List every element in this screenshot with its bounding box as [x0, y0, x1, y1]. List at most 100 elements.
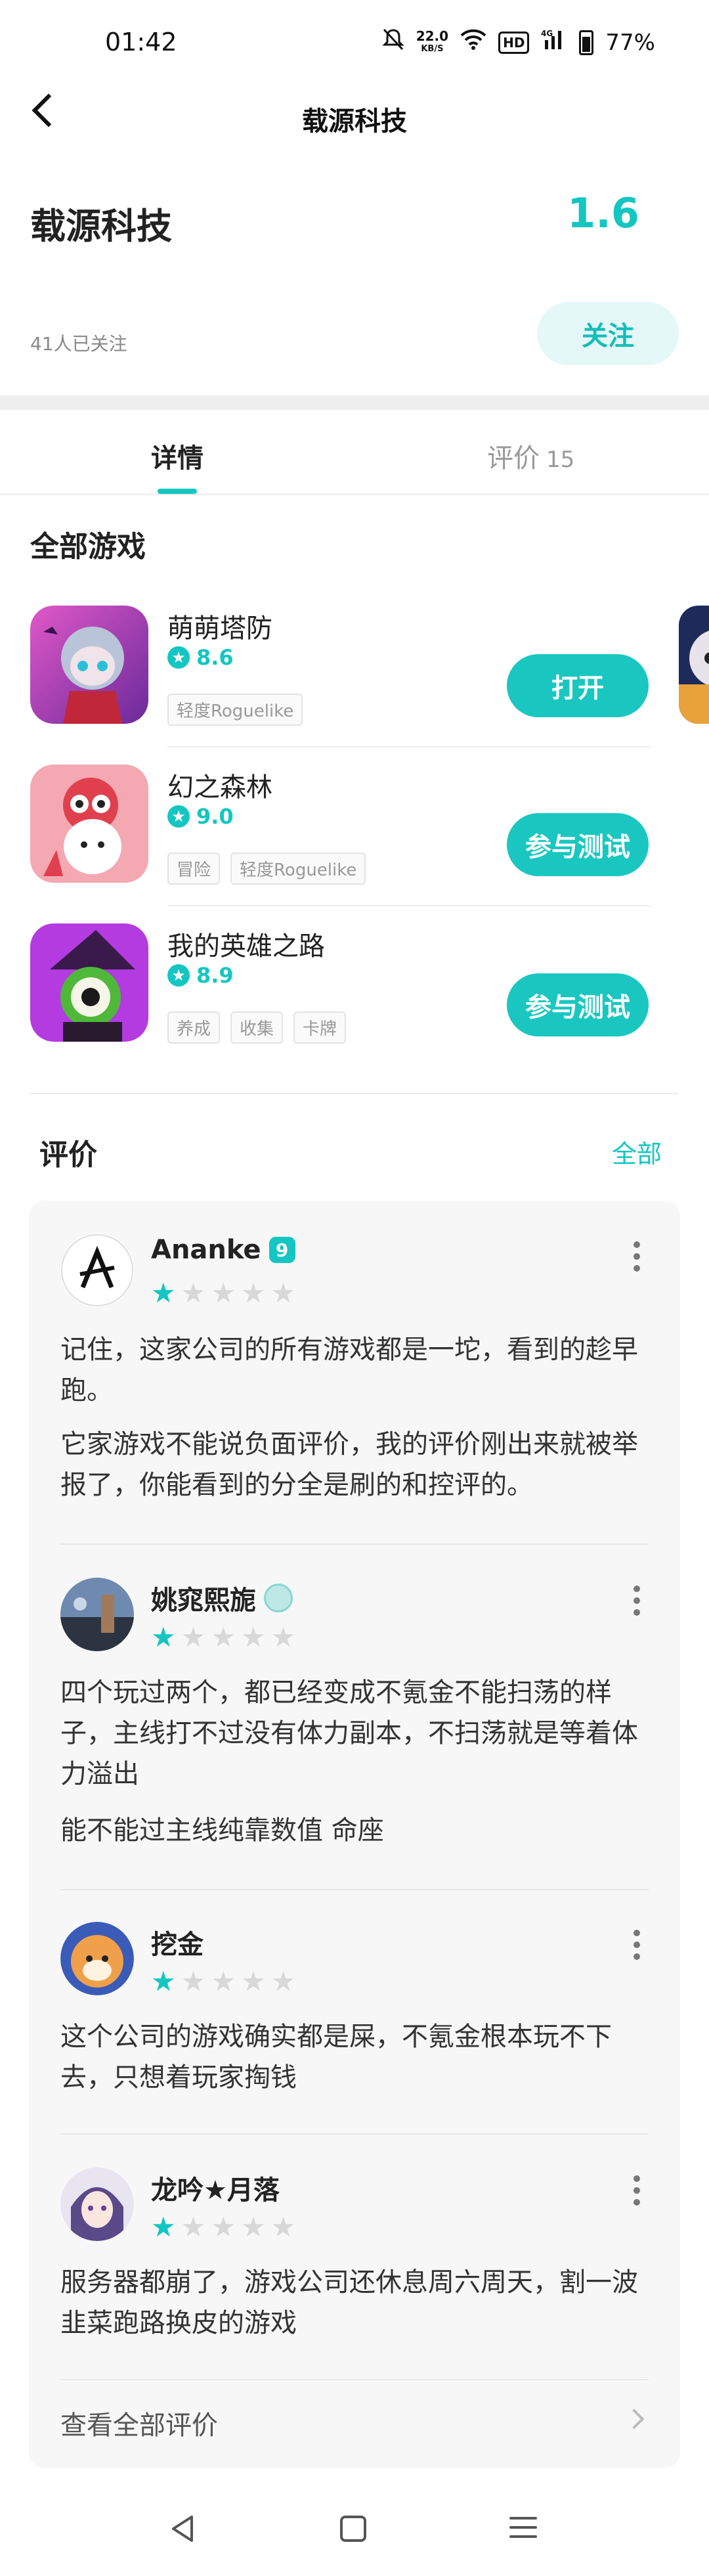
review-stars: ★ ★ ★ ★ ★	[151, 1968, 295, 1995]
section-divider	[30, 1093, 679, 1094]
game-icon-peek[interactable]	[679, 606, 709, 724]
review-user-name[interactable]: 龙吟★月落	[151, 2175, 280, 2206]
game-rating-1: ★ 8.6	[167, 645, 234, 670]
game-name-2[interactable]: 幻之森林	[167, 766, 272, 804]
review-user-row: 龙吟★月落	[151, 2169, 280, 2207]
star-icon: ★	[211, 1965, 236, 1997]
wifi-icon	[460, 29, 486, 56]
star-icon: ★	[181, 1965, 206, 1997]
more-options-icon[interactable]	[633, 1930, 641, 1960]
review-text: 能不能过主线纯靠数值 命座	[60, 1815, 384, 1846]
game-icon-1[interactable]	[30, 606, 148, 724]
avatar[interactable]	[60, 1922, 134, 1995]
company-name: 载源科技	[30, 206, 172, 247]
game-icon-2[interactable]	[30, 765, 148, 883]
more-options-icon[interactable]	[633, 2175, 641, 2206]
level-badge-icon: 9	[269, 1237, 295, 1263]
tab-reviews[interactable]: 评价 15	[487, 437, 574, 475]
game-rating-value-1: 8.6	[196, 645, 234, 670]
review-user-row: 挖金	[151, 1923, 204, 1961]
review-stars: ★ ★ ★ ★ ★	[151, 2213, 295, 2241]
review-user-row: Ananke 9	[151, 1235, 295, 1265]
review-text: 记住，这家公司的所有游戏都是一坨，看到的趁早跑。	[60, 1335, 638, 1406]
game-tags-3: 养成 收集 卡牌	[167, 1011, 347, 1044]
game-tag: 轻度Roguelike	[167, 694, 303, 726]
star-icon: ★	[240, 1965, 266, 1997]
game-rating-3: ★ 8.9	[167, 963, 234, 988]
battery-icon	[579, 30, 594, 55]
follow-button[interactable]: 关注	[537, 302, 679, 365]
game-name-3[interactable]: 我的英雄之路	[167, 925, 325, 963]
svg-text:4G: 4G	[541, 29, 553, 38]
game-tag: 卡牌	[293, 1011, 347, 1044]
star-icon: ★	[151, 1965, 176, 1997]
review-user-name[interactable]: Ananke	[151, 1235, 261, 1265]
avatar[interactable]	[60, 1578, 134, 1651]
review-text: 服务器都崩了，游戏公司还休息周六周天，割一波韭菜跑路换皮的游戏	[60, 2267, 638, 2338]
reviews-all-link[interactable]: 全部	[612, 1134, 662, 1170]
nav-back-icon[interactable]	[169, 2514, 196, 2546]
net-speed-value: 22.0	[416, 28, 449, 44]
join-test-button-2[interactable]: 参与测试	[507, 973, 649, 1036]
more-options-icon[interactable]	[633, 1586, 641, 1616]
hd-badge: HD	[498, 31, 530, 54]
star-icon: ★	[270, 2211, 296, 2243]
game-rating-2: ★ 9.0	[167, 804, 234, 829]
star-icon: ★	[240, 1621, 266, 1653]
tab-reviews-count: 15	[546, 447, 575, 473]
star-icon: ★	[181, 1621, 206, 1653]
review-user-name[interactable]: 挖金	[151, 1930, 204, 1960]
review-text: 四个玩过两个，都已经变成不氪金不能扫荡的样子，主线打不过没有体力副本，不扫荡就是…	[60, 1677, 638, 1789]
join-test-button-1[interactable]: 参与测试	[507, 813, 649, 876]
game-rating-value-3: 8.9	[196, 963, 234, 988]
star-icon: ★	[151, 2211, 176, 2243]
open-game-button[interactable]: 打开	[507, 654, 649, 717]
star-icon: ★	[270, 1621, 296, 1653]
game-tag: 收集	[230, 1011, 284, 1044]
see-all-reviews-link[interactable]: 查看全部评价	[60, 2404, 218, 2442]
game-tag: 冒险	[167, 853, 221, 885]
more-options-icon[interactable]	[633, 1241, 641, 1272]
net-speed-unit: KB/S	[421, 43, 444, 54]
company-score: 1.6	[567, 189, 639, 237]
review-divider	[60, 2379, 649, 2380]
game-icon-3[interactable]	[30, 923, 148, 1042]
nav-home-icon[interactable]	[340, 2516, 366, 2542]
verified-badge-icon	[264, 1584, 293, 1612]
game-name-1[interactable]: 萌萌塔防	[167, 607, 272, 645]
status-time: 01:42	[105, 28, 177, 56]
game-tag: 养成	[167, 1011, 221, 1044]
star-icon: ★	[240, 2211, 266, 2243]
games-section-title: 全部游戏	[30, 530, 146, 564]
tab-active-indicator	[158, 489, 197, 494]
avatar[interactable]	[60, 1233, 134, 1307]
game-divider	[167, 746, 650, 747]
game-divider	[167, 905, 650, 906]
battery-level: 77%	[605, 29, 655, 56]
star-icon: ★	[211, 1621, 236, 1653]
review-user-row: 姚窕熙旎	[151, 1579, 293, 1617]
nav-menu-icon[interactable]	[509, 2517, 537, 2538]
reviews-section-title: 评价	[39, 1138, 97, 1172]
review-divider	[60, 1543, 649, 1545]
tab-divider	[0, 494, 709, 495]
review-user-name[interactable]: 姚窕熙旎	[151, 1579, 256, 1617]
review-text: 它家游戏不能说负面评价，我的评价刚出来就被举报了，你能看到的分全是刷的和控评的。	[60, 1429, 638, 1500]
star-icon: ★	[167, 646, 190, 669]
tab-details[interactable]: 详情	[151, 437, 204, 475]
star-icon: ★	[270, 1965, 296, 1997]
game-tag: 轻度Roguelike	[230, 853, 366, 885]
star-icon: ★	[181, 1277, 206, 1309]
review-divider	[60, 1889, 649, 1890]
avatar[interactable]	[60, 2167, 134, 2241]
page-title: 载源科技	[302, 106, 407, 137]
net-speed: 22.0 KB/S	[416, 30, 448, 56]
section-divider	[0, 395, 709, 410]
follower-count: 41人已关注	[30, 333, 127, 355]
star-icon: ★	[151, 1277, 176, 1309]
review-stars: ★ ★ ★ ★ ★	[151, 1624, 295, 1651]
star-icon: ★	[211, 2211, 236, 2243]
review-text: 这个公司的游戏确实都是屎，不氪金根本玩不下去，只想着玩家掏钱	[60, 2022, 612, 2093]
game-tags-2: 冒险 轻度Roguelike	[167, 853, 366, 885]
star-icon: ★	[270, 1277, 296, 1309]
